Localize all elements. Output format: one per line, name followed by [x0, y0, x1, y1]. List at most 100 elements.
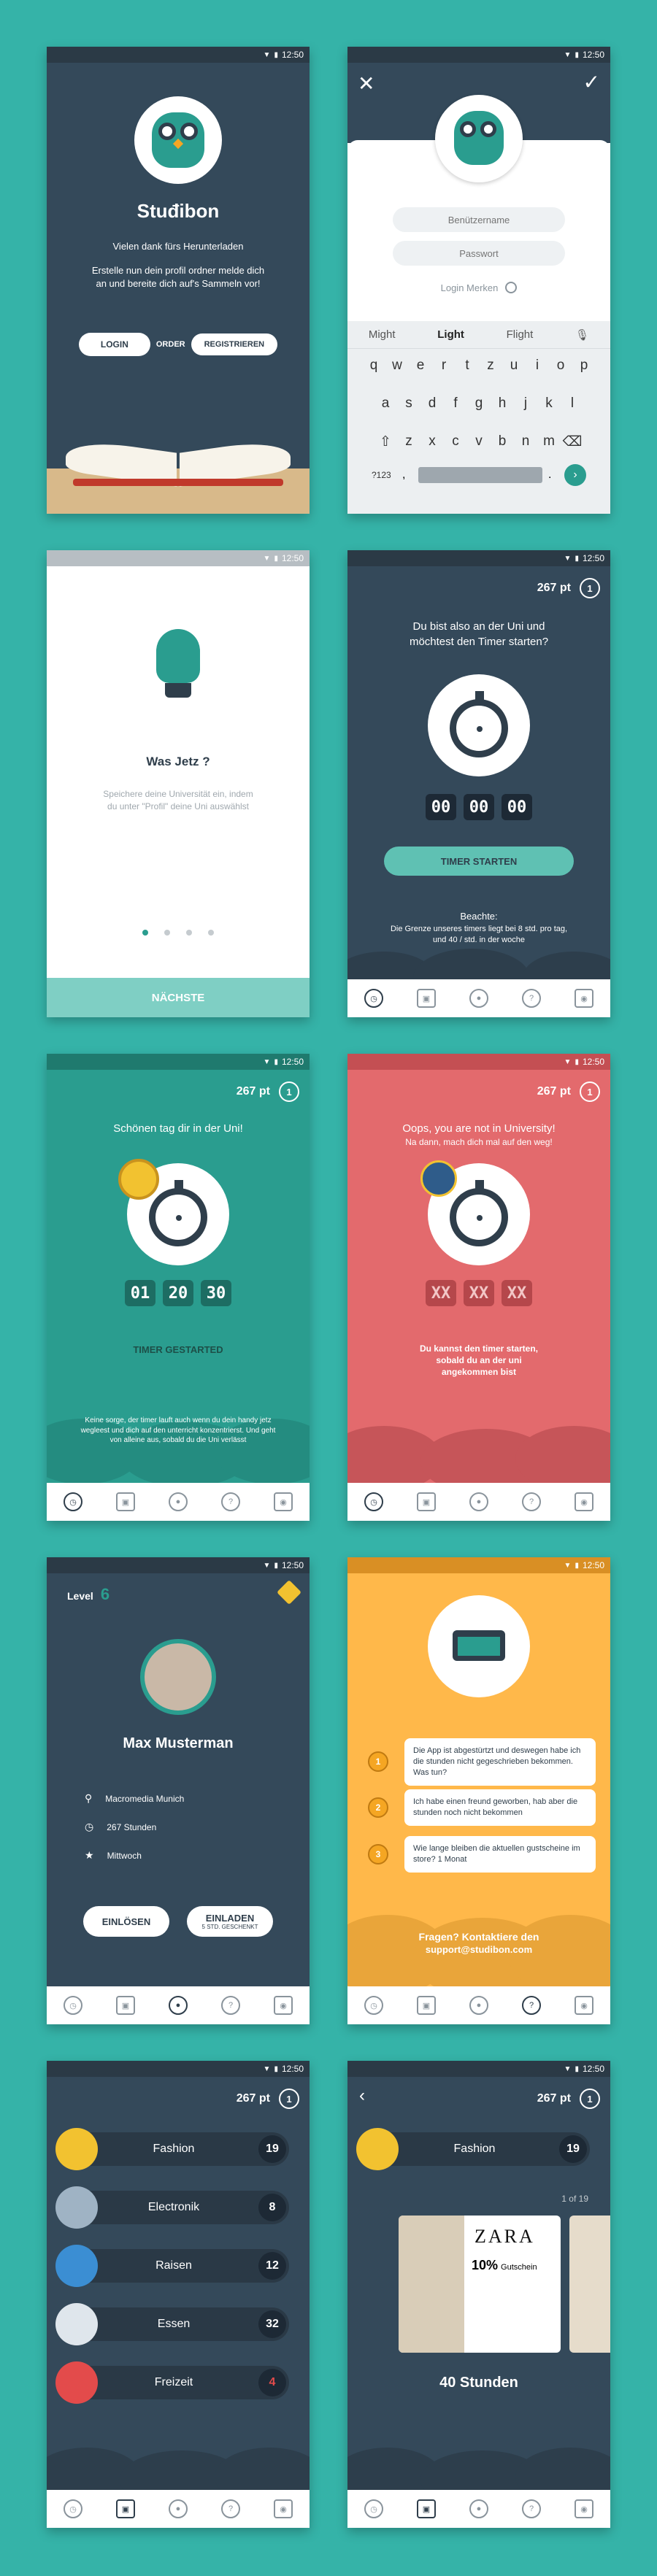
key[interactable]: l [561, 390, 584, 417]
profile-icon[interactable]: ● [469, 2499, 488, 2518]
profile-icon[interactable]: ● [169, 2499, 188, 2518]
key[interactable]: c [444, 428, 467, 455]
owl-icon[interactable]: ◉ [575, 1492, 593, 1511]
owl-icon[interactable]: ◉ [575, 1996, 593, 2015]
suggestion[interactable]: Light [437, 328, 464, 341]
key[interactable]: r [432, 352, 456, 379]
stopwatch-icon[interactable]: ◷ [364, 1492, 383, 1511]
level-ring[interactable]: 1 [580, 1081, 600, 1102]
level-ring[interactable]: 1 [580, 578, 600, 598]
faq-question[interactable]: Wie lange bleiben die aktuellen gustsche… [404, 1836, 596, 1873]
key[interactable]: v [467, 428, 491, 455]
password-field[interactable] [393, 241, 565, 266]
key[interactable]: g [467, 390, 491, 417]
register-button[interactable]: REGISTRIEREN [191, 333, 278, 355]
faq-question[interactable]: Ich habe einen freund geworben, hab aber… [404, 1789, 596, 1826]
profile-icon[interactable]: ● [469, 989, 488, 1008]
key[interactable]: z [397, 428, 420, 455]
key[interactable]: q [362, 352, 385, 379]
mic-icon[interactable]: 🎙 [575, 328, 589, 342]
remember-checkbox[interactable] [505, 282, 518, 293]
start-timer-button[interactable]: TIMER STARTEN [384, 847, 574, 876]
owl-icon[interactable]: ◉ [575, 2499, 593, 2518]
gift-icon[interactable]: ▣ [116, 2499, 135, 2518]
login-button[interactable]: LOGIN [78, 333, 150, 356]
username-field[interactable] [393, 207, 565, 232]
category-row-electronik[interactable]: Electronik 8 [55, 2186, 289, 2229]
backspace-icon[interactable]: ⌫ [561, 428, 584, 455]
key[interactable]: j [514, 390, 537, 417]
key[interactable]: k [537, 390, 561, 417]
shift-icon[interactable]: ⇧ [374, 428, 397, 455]
key[interactable]: z [479, 352, 502, 379]
key[interactable]: s [397, 390, 420, 417]
key[interactable]: d [420, 390, 444, 417]
next-voucher-card[interactable] [569, 2216, 610, 2353]
suggestion[interactable]: Flight [507, 328, 534, 341]
gift-icon[interactable]: ▣ [417, 1492, 436, 1511]
help-icon[interactable]: ? [221, 2499, 240, 2518]
key[interactable]: t [456, 352, 479, 379]
profile-icon[interactable]: ● [469, 1492, 488, 1511]
profile-icon[interactable]: ● [169, 1492, 188, 1511]
stopwatch-icon[interactable]: ◷ [64, 2499, 82, 2518]
key[interactable]: p [572, 352, 596, 379]
gift-icon[interactable]: ▣ [116, 1492, 135, 1511]
faq-question[interactable]: Die App ist abgestürtzt und deswegen hab… [404, 1738, 596, 1786]
key[interactable]: i [526, 352, 549, 379]
key[interactable]: f [444, 390, 467, 417]
suggestion[interactable]: Might [369, 328, 396, 341]
category-row-freizeit[interactable]: Freizeit 4 [55, 2361, 289, 2404]
stopwatch-icon[interactable]: ◷ [364, 1996, 383, 2015]
help-icon[interactable]: ? [221, 1492, 240, 1511]
voucher-card[interactable]: ZARA 10% Gutschein [399, 2216, 561, 2353]
profile-icon[interactable]: ● [469, 1996, 488, 2015]
help-icon[interactable]: ? [522, 989, 541, 1008]
owl-icon[interactable]: ◉ [274, 2499, 293, 2518]
key[interactable]: . [548, 468, 558, 482]
key[interactable]: u [502, 352, 526, 379]
gift-icon[interactable]: ▣ [116, 1996, 135, 2015]
support-email[interactable]: support@studibon.com [347, 1944, 610, 1955]
back-arrow-icon[interactable]: ‹ [359, 2086, 365, 2106]
stopwatch-icon[interactable]: ◷ [64, 1996, 82, 2015]
help-icon[interactable]: ? [522, 1492, 541, 1511]
owl-icon[interactable]: ◉ [274, 1996, 293, 2015]
profile-icon[interactable]: ● [169, 1996, 188, 2015]
key[interactable]: h [491, 390, 514, 417]
level-ring[interactable]: 1 [580, 2089, 600, 2109]
close-icon[interactable]: ✕ [358, 72, 374, 96]
key[interactable]: x [420, 428, 444, 455]
gift-icon[interactable]: ▣ [417, 2499, 436, 2518]
key[interactable]: a [374, 390, 397, 417]
invite-button[interactable]: EINLADEN 5 STD. GESCHENKT [187, 1906, 273, 1937]
help-icon[interactable]: ? [522, 1996, 541, 2015]
stopwatch-icon[interactable]: ◷ [364, 989, 383, 1008]
gift-icon[interactable]: ▣ [417, 989, 436, 1008]
check-icon[interactable]: ✓ [583, 70, 600, 94]
category-row-essen[interactable]: Essen 32 [55, 2303, 289, 2345]
avatar[interactable] [140, 1639, 216, 1715]
edit-pencil-icon[interactable] [277, 1580, 301, 1605]
level-ring[interactable]: 1 [279, 2089, 299, 2109]
next-button[interactable]: NÄCHSTE [47, 978, 310, 1017]
key[interactable]: w [385, 352, 409, 379]
key[interactable]: m [537, 428, 561, 455]
stopwatch-icon[interactable]: ◷ [364, 2499, 383, 2518]
owl-icon[interactable]: ◉ [575, 989, 593, 1008]
key[interactable]: , [402, 468, 412, 482]
category-row-fashion[interactable]: Fashion 19 [55, 2128, 289, 2170]
key[interactable]: o [549, 352, 572, 379]
key[interactable]: e [409, 352, 432, 379]
key[interactable]: n [514, 428, 537, 455]
help-icon[interactable]: ? [221, 1996, 240, 2015]
owl-icon[interactable]: ◉ [274, 1492, 293, 1511]
enter-icon[interactable]: › [564, 464, 586, 486]
level-ring[interactable]: 1 [279, 1081, 299, 1102]
stopwatch-icon[interactable]: ◷ [64, 1492, 82, 1511]
help-icon[interactable]: ? [522, 2499, 541, 2518]
key[interactable]: b [491, 428, 514, 455]
redeem-button[interactable]: EINLÖSEN [83, 1906, 169, 1937]
gift-icon[interactable]: ▣ [417, 1996, 436, 2015]
category-row-raisen[interactable]: Raisen 12 [55, 2245, 289, 2287]
